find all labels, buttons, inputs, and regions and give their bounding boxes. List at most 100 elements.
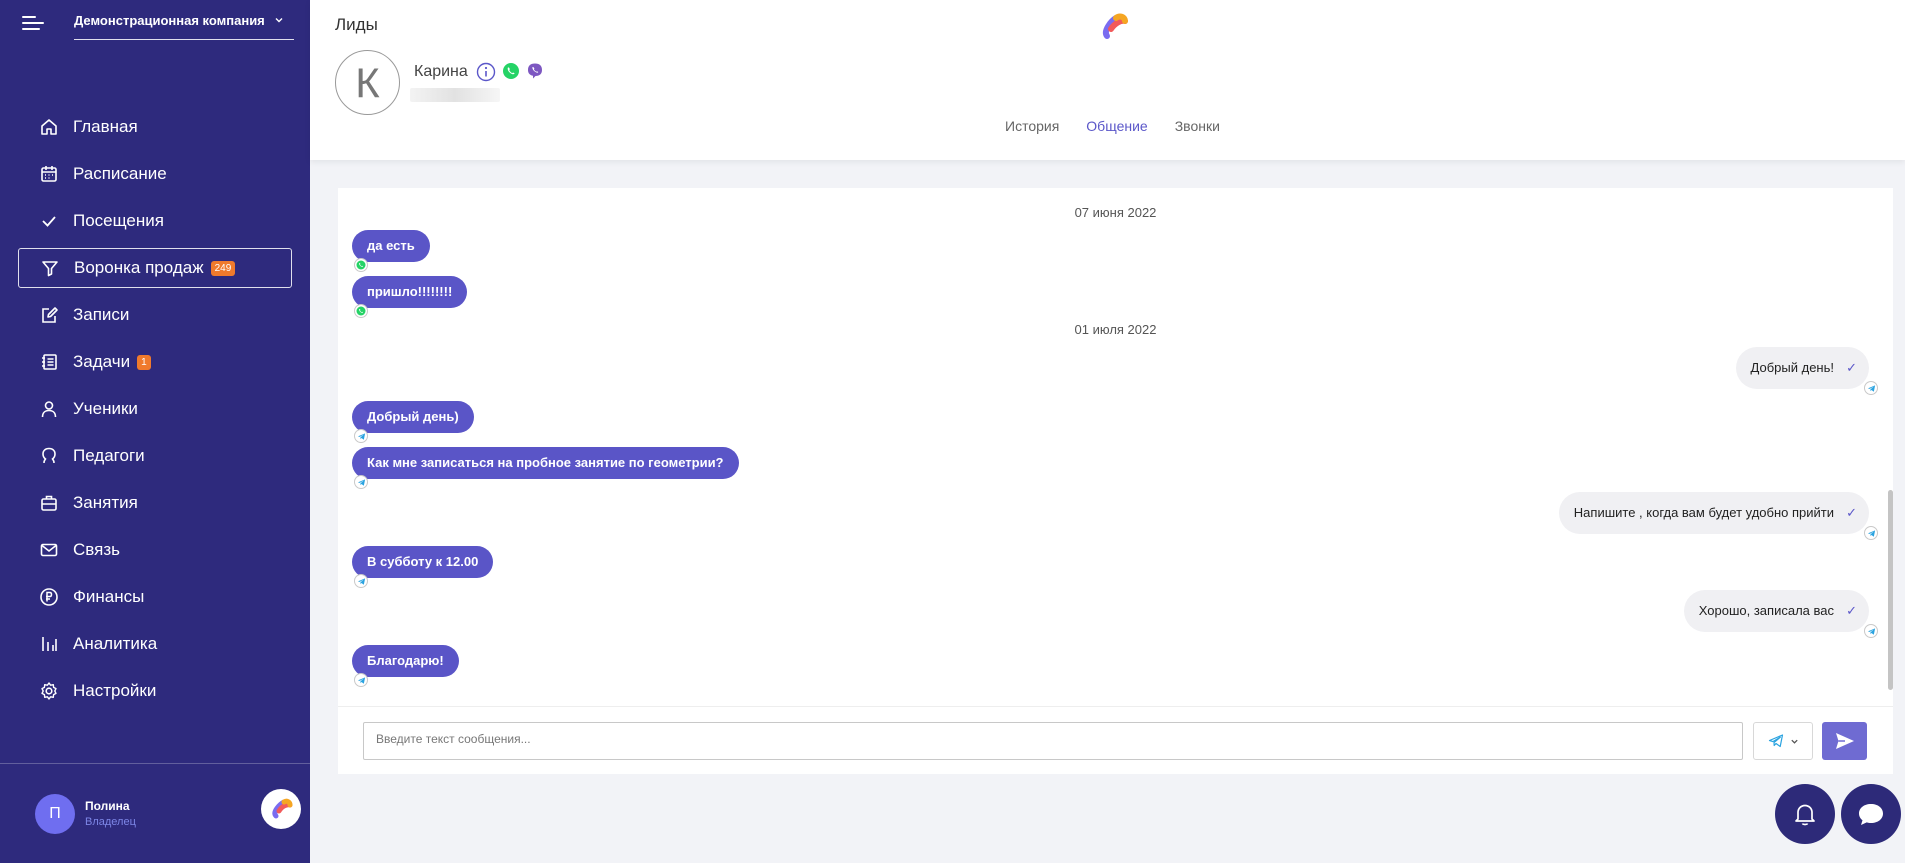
- incoming-message: да есть: [352, 230, 430, 272]
- briefcase-icon: [38, 492, 60, 514]
- incoming-message: пришло!!!!!!!!: [352, 276, 468, 318]
- contact-avatar: К: [335, 50, 400, 115]
- page-title: Лиды: [335, 15, 378, 34]
- message-text: Хорошо, записала вас: [1698, 603, 1834, 618]
- message-list[interactable]: 07 июня 2022 да есть пришло!!!!!!!! 01 и…: [338, 188, 1893, 706]
- incoming-message: Добрый день): [352, 401, 474, 443]
- viber-icon[interactable]: [526, 62, 544, 80]
- message-text: Напишите , когда вам будет удобно прийти: [1573, 505, 1834, 520]
- incoming-message: В субботу к 12.00: [352, 546, 494, 588]
- message-text: Добрый день): [367, 409, 459, 424]
- outgoing-message: Хорошо, записала вас ✓: [1683, 590, 1878, 638]
- tasks-icon: [38, 351, 60, 373]
- tab-calls[interactable]: Звонки: [1175, 118, 1220, 134]
- tab-history[interactable]: История: [1005, 118, 1059, 134]
- sidebar-item-students[interactable]: Ученики: [18, 389, 292, 429]
- telegram-icon: [1864, 381, 1878, 395]
- telegram-icon: [354, 574, 368, 588]
- sidebar-item-label: Аналитика: [73, 634, 158, 653]
- channel-select[interactable]: [1753, 722, 1813, 760]
- chevron-down-icon: [1790, 739, 1798, 744]
- contact-name: Карина: [414, 63, 468, 80]
- telegram-icon: [354, 475, 368, 489]
- contact-phone-blurred: [410, 88, 500, 102]
- chart-icon: [38, 633, 60, 655]
- check-icon: [38, 210, 60, 232]
- message-text: Благодарю!: [367, 653, 444, 668]
- sidebar-item-label: Связь: [73, 540, 120, 559]
- sidebar-item-label: Педагоги: [73, 446, 145, 465]
- chat-bubble-icon: [1859, 804, 1883, 825]
- info-icon[interactable]: [476, 62, 496, 82]
- sidebar-item-records[interactable]: Записи: [18, 295, 292, 335]
- date-separator: 07 июня 2022: [1074, 205, 1157, 220]
- delivered-check-icon: ✓: [1846, 603, 1857, 618]
- sidebar-item-schedule[interactable]: Расписание: [18, 154, 292, 194]
- app-logo-button[interactable]: [261, 789, 301, 829]
- edit-icon: [38, 304, 60, 326]
- company-name: Демонстрационная компания: [74, 13, 265, 28]
- message-input[interactable]: [363, 722, 1743, 760]
- incoming-message: Как мне записаться на пробное занятие по…: [352, 447, 739, 489]
- sidebar-item-tasks[interactable]: Задачи 1: [18, 342, 292, 382]
- sidebar-item-label: Занятия: [73, 493, 138, 512]
- send-button[interactable]: [1822, 722, 1867, 760]
- tasks-count-badge: 1: [137, 354, 151, 370]
- sidebar-item-analytics[interactable]: Аналитика: [18, 624, 292, 664]
- chat-support-button[interactable]: [1841, 784, 1901, 844]
- sidebar-item-home[interactable]: Главная: [18, 107, 292, 147]
- message-text: Как мне записаться на пробное занятие по…: [367, 455, 724, 470]
- telegram-icon: [1768, 734, 1783, 748]
- telegram-icon: [354, 429, 368, 443]
- user-icon: [38, 398, 60, 420]
- sidebar-item-label: Расписание: [73, 164, 167, 183]
- notifications-button[interactable]: [1775, 784, 1835, 844]
- sidebar-item-label: Финансы: [73, 587, 145, 606]
- gear-icon: [38, 680, 60, 702]
- whatsapp-icon: [354, 258, 368, 272]
- message-text: В субботу к 12.00: [367, 554, 479, 569]
- lead-tabs: История Общение Звонки: [1005, 118, 1220, 134]
- chevron-down-icon: [275, 18, 283, 23]
- sidebar-item-lessons[interactable]: Занятия: [18, 483, 292, 523]
- message-composer: [338, 706, 1893, 774]
- home-icon: [38, 116, 60, 138]
- message-text: да есть: [367, 238, 415, 253]
- filter-icon: [39, 257, 61, 279]
- outgoing-message: Добрый день! ✓: [1735, 347, 1878, 395]
- sidebar-item-sales-funnel[interactable]: Воронка продаж 249: [18, 248, 292, 288]
- sidebar-item-communication[interactable]: Связь: [18, 530, 292, 570]
- bell-icon: [1795, 804, 1815, 826]
- company-selector[interactable]: Демонстрационная компания: [74, 10, 294, 40]
- user-role: Владелец: [85, 816, 136, 828]
- send-icon: [1835, 733, 1854, 749]
- sidebar-item-label: Ученики: [73, 399, 138, 418]
- message-text: пришло!!!!!!!!: [367, 284, 453, 299]
- user-panel: П Полина Владелец: [0, 763, 310, 863]
- sidebar-item-visits[interactable]: Посещения: [18, 201, 292, 241]
- chat-scrollbar[interactable]: [1888, 490, 1893, 690]
- telegram-icon: [1864, 526, 1878, 540]
- delivered-check-icon: ✓: [1846, 360, 1857, 375]
- chat-panel: 07 июня 2022 да есть пришло!!!!!!!! 01 и…: [338, 188, 1893, 774]
- app-logo-icon: [1103, 13, 1128, 39]
- sidebar-item-label: Настройки: [73, 681, 157, 700]
- calendar-icon: [38, 163, 60, 185]
- avatar[interactable]: П: [35, 794, 75, 834]
- whatsapp-icon[interactable]: [502, 62, 520, 80]
- date-separator: 01 июля 2022: [1074, 322, 1157, 337]
- sidebar-item-label: Посещения: [73, 211, 164, 230]
- tab-communication[interactable]: Общение: [1086, 118, 1147, 134]
- menu-toggle-icon[interactable]: [22, 14, 44, 32]
- sidebar: Демонстрационная компания Главная Распис…: [0, 0, 310, 863]
- mail-icon: [38, 539, 60, 561]
- sidebar-item-teachers[interactable]: Педагоги: [18, 436, 292, 476]
- contact-channels: [476, 62, 544, 82]
- sidebar-item-label: Главная: [73, 117, 138, 136]
- sidebar-item-label: Воронка продаж: [74, 258, 204, 277]
- app-logo-icon: [272, 798, 293, 819]
- lead-header: Лиды К Карина История Общение Звонки: [310, 0, 1905, 160]
- sidebar-item-settings[interactable]: Настройки: [18, 671, 292, 711]
- sidebar-item-finance[interactable]: Финансы: [18, 577, 292, 617]
- telegram-icon: [354, 673, 368, 687]
